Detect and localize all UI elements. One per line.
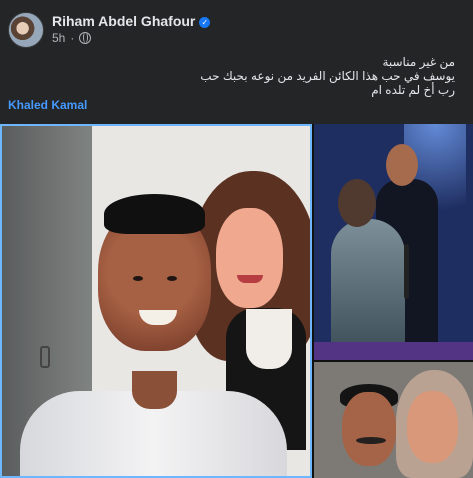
post-time[interactable]: 5h (52, 31, 65, 45)
stage-woman-head (338, 179, 376, 227)
globe-icon[interactable] (79, 32, 92, 44)
selfie-woman-face (407, 391, 458, 463)
facebook-post: Riham Abdel Ghafour ✓ 5h · من غير مناسبة … (0, 0, 473, 478)
selfie-man-face (342, 392, 396, 466)
woman-face (216, 208, 283, 308)
stage-floor (314, 342, 473, 360)
post-text: من غير مناسبة يوسف في حب هذا الكائن الفر… (145, 55, 455, 97)
selfie-photo[interactable] (314, 362, 473, 478)
post-text-line-2: يوسف في حب هذا الكائن الفريد من نوعه بحب… (200, 69, 455, 83)
post-meta: 5h · (52, 31, 92, 45)
author-name[interactable]: Riham Abdel Ghafour ✓ (52, 13, 211, 29)
stage-man-head (386, 144, 418, 186)
author-name-label[interactable]: Riham Abdel Ghafour (52, 13, 195, 29)
woman-smile (237, 275, 263, 283)
author-avatar[interactable] (8, 12, 44, 48)
post-header: Riham Abdel Ghafour ✓ 5h · (8, 10, 468, 50)
door-handle (40, 346, 50, 368)
verified-badge-icon: ✓ (199, 17, 211, 28)
photo-gallery (0, 124, 473, 478)
stage-photo[interactable] (314, 124, 473, 360)
post-text-line-1: من غير مناسبة (382, 55, 455, 69)
woman-collar (246, 309, 292, 369)
main-photo[interactable] (0, 124, 312, 478)
man-left-eye (133, 276, 143, 281)
microphone-stand (404, 244, 409, 299)
meta-separator: · (70, 31, 75, 45)
selfie-man-mustache (356, 437, 386, 444)
man-right-eye (167, 276, 177, 281)
man-neck (132, 371, 177, 409)
stage-woman (331, 219, 405, 360)
mention-link[interactable]: Khaled Kamal (8, 98, 87, 112)
post-text-line-3: رب أخ لم تلده ام (371, 83, 455, 97)
man-hair (104, 194, 205, 234)
